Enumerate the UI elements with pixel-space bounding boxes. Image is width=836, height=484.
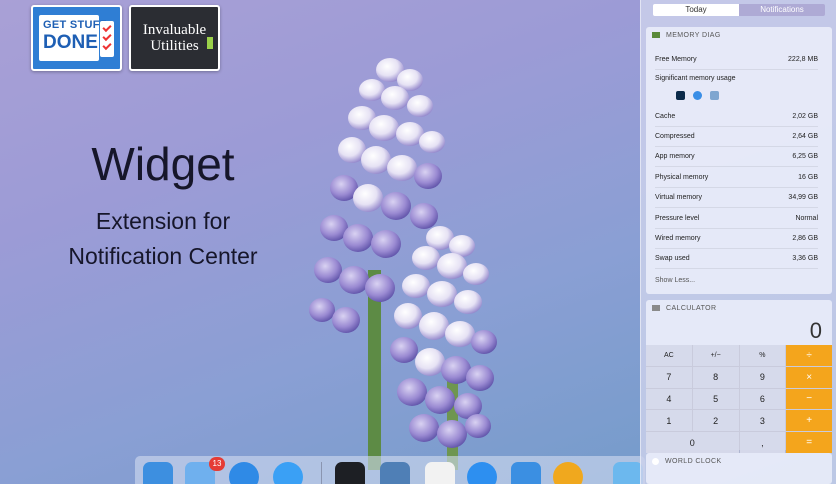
get-stuff-done-badge: GET STUFF DONE — [31, 5, 122, 71]
calc-key[interactable]: − — [786, 388, 832, 410]
memory-diag-widget: MEMORY DIAG Free Memory 222,8 MB Signifi… — [646, 27, 832, 294]
battery-icon — [207, 37, 213, 49]
dock: 13 — [135, 456, 645, 484]
memory-row-free: Free Memory 222,8 MB — [655, 50, 818, 70]
calc-key[interactable]: 7 — [646, 366, 692, 388]
xcode-icon[interactable] — [511, 462, 541, 484]
memory-row-label: Compressed — [655, 133, 695, 140]
memory-row-value: 2,64 GB — [792, 133, 818, 140]
memory-row-value: 2,86 GB — [792, 235, 818, 242]
calculator-display: 0 — [809, 318, 822, 343]
memory-row-cache: Cache 2,02 GB — [655, 107, 818, 127]
tab-notifications[interactable]: Notifications — [739, 4, 825, 16]
safari-icon[interactable] — [693, 91, 702, 100]
memory-row-label: Significant memory usage — [655, 74, 736, 82]
memory-row-compressed: Compressed 2,64 GB — [655, 127, 818, 147]
memory-row-value: Normal — [795, 215, 818, 222]
world-clock-header: WORLD CLOCK — [646, 453, 832, 469]
iu-line2: Utilities — [150, 38, 199, 54]
memory-row-value: 222,8 MB — [788, 56, 818, 63]
memory-diag-title: MEMORY DIAG — [666, 31, 721, 39]
folder-icon[interactable] — [613, 462, 643, 484]
clock-icon — [652, 457, 659, 465]
calculator-widget: CALCULATOR 0 AC +/−% ÷ 7 8 9 × 4 5 6− 1 2 3 +0, = — [646, 300, 832, 453]
calc-key[interactable]: 5 — [692, 388, 739, 410]
calc-key[interactable]: ÷ — [786, 345, 832, 366]
calc-key[interactable]: 6 — [739, 388, 786, 410]
calc-key[interactable]: 3 — [739, 410, 786, 432]
hero-subtitle-1: Extension for — [95, 208, 231, 234]
memory-row-label: Wired memory — [655, 235, 701, 242]
tab-today[interactable]: Today — [653, 4, 739, 16]
finder-icon[interactable] — [143, 462, 173, 484]
significant-apps — [676, 91, 719, 100]
memory-row-label: Pressure level — [655, 215, 700, 222]
memory-row-label: Free Memory — [655, 56, 697, 63]
memory-diag-header: MEMORY DIAG — [646, 27, 832, 43]
terminal-icon[interactable] — [335, 462, 365, 484]
preview-icon[interactable] — [380, 462, 410, 484]
notification-center-panel: Today Notifications MEMORY DIAG Free Mem… — [640, 0, 836, 484]
hero-subtitle-2: Notification Center — [68, 243, 258, 269]
memory-row-value: 3,36 GB — [792, 255, 818, 262]
preview-icon[interactable] — [710, 91, 719, 100]
memory-row-app: App memory 6,25 GB — [655, 147, 818, 167]
photoshop-icon[interactable] — [676, 91, 685, 100]
messages-icon[interactable] — [273, 462, 303, 484]
invaluable-utilities-badge: Invaluable Utilities — [129, 5, 220, 71]
memory-row-value: 16 GB — [798, 174, 818, 181]
calc-key[interactable]: 4 — [646, 388, 692, 410]
calc-key[interactable]: = — [786, 432, 832, 453]
memory-row-swap: Swap used 3,36 GB — [655, 249, 818, 269]
memory-row-label: Physical memory — [655, 174, 709, 181]
memory-row-value: 2,02 GB — [792, 113, 818, 120]
textedit-icon[interactable] — [425, 462, 455, 484]
notification-center-tabs: Today Notifications — [653, 4, 825, 16]
iu-line1: Invaluable — [142, 22, 207, 38]
hyacinth-flower-image — [309, 58, 497, 470]
world-clock-title: WORLD CLOCK — [665, 457, 722, 465]
calc-key[interactable]: 8 — [692, 366, 739, 388]
safari-icon[interactable] — [229, 462, 259, 484]
memory-row-virtual: Virtual memory 34,99 GB — [655, 188, 818, 208]
calc-key[interactable]: 2 — [692, 410, 739, 432]
mail-unread-badge: 13 — [209, 457, 225, 471]
memory-row-physical: Physical memory 16 GB — [655, 168, 818, 188]
quicktime-icon[interactable] — [553, 462, 583, 484]
show-less-label: Show Less... — [655, 276, 696, 284]
calc-key[interactable]: 1 — [646, 410, 692, 432]
calc-key[interactable]: + — [786, 410, 832, 432]
memory-row-value: 6,25 GB — [792, 153, 818, 160]
calc-key[interactable]: AC — [646, 345, 692, 366]
world-clock-widget: WORLD CLOCK — [646, 453, 832, 484]
gsd-line1: GET STUFF — [43, 19, 107, 31]
hero-title: Widget — [91, 138, 235, 190]
gsd-line2: DONE — [43, 32, 98, 53]
show-less-link[interactable]: Show Less... — [655, 270, 818, 290]
calc-key[interactable]: +/− — [692, 345, 739, 366]
dock-separator — [321, 462, 322, 484]
memory-row-pressure: Pressure level Normal — [655, 209, 818, 229]
calc-key[interactable]: × — [786, 366, 832, 388]
calc-key[interactable]: % — [739, 345, 786, 366]
memory-row-label: Cache — [655, 113, 676, 120]
memory-row-value: 34,99 GB — [788, 194, 818, 201]
memory-row-significant: Significant memory usage — [655, 70, 818, 86]
memory-chip-icon — [652, 32, 660, 38]
calculator-header: CALCULATOR — [646, 300, 832, 316]
calc-key[interactable]: 9 — [739, 366, 786, 388]
memory-row-label: Virtual memory — [655, 194, 702, 201]
checklist-icon — [100, 21, 114, 57]
memory-row-label: Swap used — [655, 255, 690, 262]
memory-row-wired: Wired memory 2,86 GB — [655, 229, 818, 249]
app-store-icon[interactable] — [467, 462, 497, 484]
calculator-title: CALCULATOR — [666, 304, 717, 312]
calculator-keypad: AC +/−% ÷ 7 8 9 × 4 5 6− 1 2 3 +0, = — [646, 345, 832, 453]
calc-key[interactable]: , — [739, 432, 786, 453]
flower-spike-front — [390, 226, 497, 448]
calculator-icon — [652, 305, 660, 311]
memory-row-label: App memory — [655, 153, 695, 160]
calc-key[interactable]: 0 — [646, 432, 739, 453]
